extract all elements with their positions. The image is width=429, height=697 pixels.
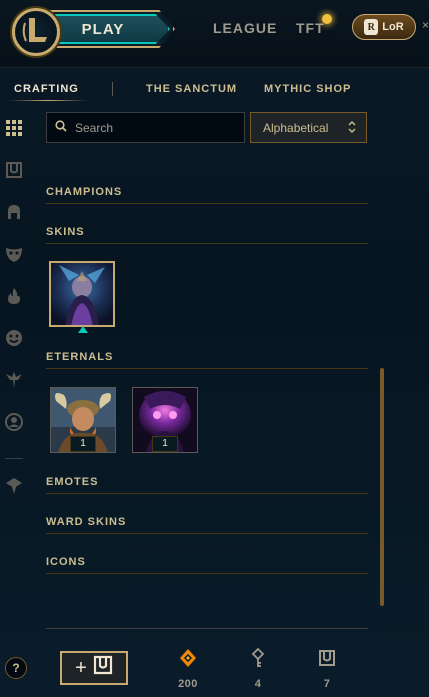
notification-dot: [322, 14, 332, 24]
lor-button[interactable]: R LoR: [352, 14, 416, 40]
chest-icon[interactable]: [4, 160, 24, 180]
sidebar-divider: [5, 458, 23, 459]
league-logo-icon[interactable]: [12, 8, 60, 56]
ward-icon[interactable]: [4, 370, 24, 390]
active-tab-underline: [8, 100, 88, 101]
key-counter: 4: [238, 646, 278, 690]
sub-nav: CRAFTING THE SANCTUM MYTHIC SHOP: [0, 80, 429, 102]
section-emotes[interactable]: EMOTES: [46, 474, 368, 494]
key-value: 4: [254, 678, 262, 690]
tab-mythic-shop[interactable]: MYTHIC SHOP: [264, 83, 351, 95]
eternal-tile[interactable]: 1: [50, 387, 116, 453]
section-eternals[interactable]: ETERNALS: [46, 349, 368, 369]
bottom-divider: [46, 628, 368, 629]
eternal-tile[interactable]: 1: [132, 387, 198, 453]
scrollbar-thumb[interactable]: [380, 368, 384, 606]
dropdown-filter-icon[interactable]: [4, 476, 24, 496]
section-emotes-label: EMOTES: [46, 476, 99, 488]
key-icon: [238, 646, 278, 670]
help-button[interactable]: ?: [5, 657, 27, 679]
skin-tile-frame: [49, 261, 115, 327]
section-icons-label: ICONS: [46, 556, 86, 568]
lor-emblem-icon: R: [364, 19, 379, 35]
champion-helmet-icon[interactable]: [4, 202, 24, 222]
search-icon: [55, 119, 67, 137]
lor-label: LoR: [382, 21, 404, 33]
nav-league[interactable]: LEAGUE: [213, 20, 277, 36]
eternal-count: 1: [152, 436, 178, 452]
fire-icon[interactable]: [4, 286, 24, 306]
section-eternals-label: ETERNALS: [46, 351, 114, 363]
chest-counter: 7: [307, 646, 347, 690]
search-box[interactable]: [46, 112, 245, 143]
top-nav: PLAY LEAGUE TFT R LoR ×: [0, 0, 429, 68]
section-champions[interactable]: CHAMPIONS: [46, 184, 368, 204]
tab-crafting[interactable]: CRAFTING: [14, 83, 79, 95]
section-ward-skins[interactable]: WARD SKINS: [46, 514, 368, 534]
chest-icon: [307, 646, 347, 670]
nav-tft[interactable]: TFT: [296, 20, 325, 36]
tab-separator: [112, 82, 113, 96]
chest-icon: [93, 655, 113, 681]
section-skins-label: SKINS: [46, 226, 85, 238]
skin-shard-tile[interactable]: [49, 261, 115, 333]
close-icon[interactable]: ×: [422, 18, 429, 32]
orange-essence-counter: 200: [168, 646, 208, 690]
play-button[interactable]: PLAY: [50, 14, 170, 44]
orange-essence-icon: [168, 646, 208, 670]
skin-mask-icon[interactable]: [4, 244, 24, 264]
section-icons[interactable]: ICONS: [46, 554, 368, 574]
tab-the-sanctum[interactable]: THE SANCTUM: [146, 83, 237, 95]
chest-value: 7: [323, 678, 331, 690]
sort-selected-label: Alphabetical: [263, 120, 329, 135]
plus-icon: +: [75, 656, 87, 679]
section-ward-skins-label: WARD SKINS: [46, 516, 127, 528]
category-sidebar: [0, 112, 30, 512]
orange-essence-value: 200: [178, 678, 198, 690]
purchase-chest-button[interactable]: +: [60, 651, 128, 685]
search-input[interactable]: [75, 120, 235, 135]
sort-chevrons-icon: [348, 120, 356, 137]
emote-face-icon[interactable]: [4, 328, 24, 348]
selected-pointer-icon: [78, 326, 88, 333]
sort-dropdown[interactable]: Alphabetical: [250, 112, 367, 143]
section-skins[interactable]: SKINS: [46, 224, 368, 244]
grid-icon[interactable]: [4, 118, 24, 138]
eternal-count: 1: [70, 436, 96, 452]
profile-icon[interactable]: [4, 412, 24, 432]
section-champions-label: CHAMPIONS: [46, 186, 123, 198]
